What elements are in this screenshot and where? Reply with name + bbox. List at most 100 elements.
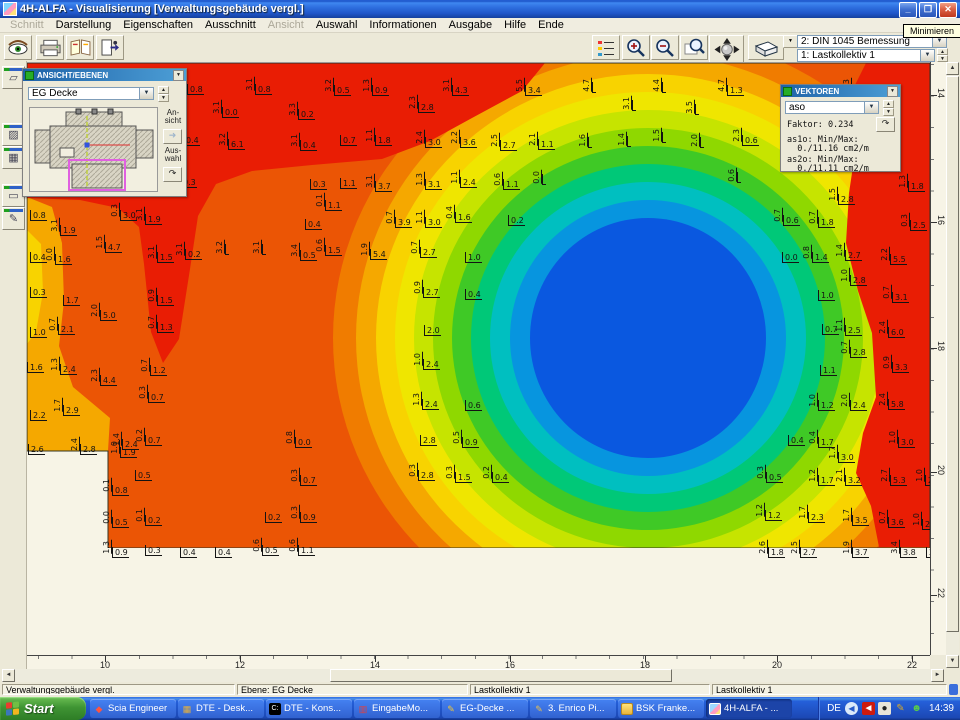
zoom-window-button[interactable] bbox=[680, 35, 708, 60]
vector-annotation: 0.30.7 bbox=[300, 470, 317, 482]
scia-icon: ◆ bbox=[93, 703, 105, 715]
taskbar-task-button[interactable]: BSK Franke... bbox=[618, 699, 704, 718]
horizontal-scroll-thumb[interactable] bbox=[330, 669, 672, 682]
load-case-spinner[interactable]: ▲ ▼ bbox=[937, 48, 948, 62]
vector-annotation: 3.13.7 bbox=[375, 176, 392, 188]
menu-item-schnitt: Schnitt bbox=[4, 19, 50, 31]
vector-annotation: 0.0 bbox=[782, 247, 799, 259]
panel-collapse-icon[interactable]: ▼ bbox=[887, 86, 898, 97]
vector-annotation: 2.43.0 bbox=[425, 132, 442, 144]
view-eye-button[interactable] bbox=[4, 35, 32, 60]
vektoren-panel-title: VEKTOREN bbox=[795, 87, 839, 96]
tray-messenger-icon[interactable]: ☻ bbox=[910, 702, 923, 715]
spinner-up-icon: ▲ bbox=[158, 86, 169, 94]
menu-bar: SchnittDarstellungEigenschaftenAusschnit… bbox=[0, 18, 960, 33]
vector-annotation: 0.0 bbox=[542, 172, 546, 184]
vector-annotation: 1.42.7 bbox=[845, 245, 862, 257]
close-button[interactable]: ✕ bbox=[939, 2, 957, 18]
vector-annotation: 0.20.7 bbox=[145, 430, 162, 442]
plan-thumbnail[interactable] bbox=[29, 107, 158, 192]
exit-button[interactable] bbox=[96, 35, 124, 60]
taskbar-task-button[interactable]: ✎EG-Decke ... bbox=[442, 699, 528, 718]
task-label: DTE - Kons... bbox=[284, 703, 341, 714]
ebene-spinner[interactable]: ▲ ▼ bbox=[158, 86, 169, 102]
scroll-up-icon[interactable]: ▲ bbox=[946, 62, 959, 75]
ansicht-apply-button[interactable]: ➜ bbox=[163, 129, 182, 144]
taskbar-task-button[interactable]: 4H-ALFA - ... bbox=[706, 699, 792, 718]
pan-button[interactable] bbox=[709, 35, 744, 63]
ebene-combobox[interactable]: EG Decke ▼ bbox=[28, 87, 154, 100]
menu-item-ausgabe[interactable]: Ausgabe bbox=[443, 19, 498, 31]
document-pages-button[interactable] bbox=[66, 35, 94, 60]
vector-annotation: 0.3 bbox=[30, 282, 47, 294]
vektoren-panel-titlebar[interactable]: VEKTOREN ▼ bbox=[781, 85, 900, 97]
zoom-in-button[interactable] bbox=[622, 35, 650, 60]
title-bar[interactable]: 4H-ALFA - Visualisierung [Verwaltungsgeb… bbox=[0, 0, 960, 18]
vertical-scrollbar[interactable]: ▲ ▼ bbox=[946, 62, 959, 668]
menu-item-eigenschaften[interactable]: Eigenschaften bbox=[117, 19, 199, 31]
chevron-down-icon[interactable]: ▼ bbox=[139, 88, 153, 99]
scroll-left-icon[interactable]: ◄ bbox=[2, 669, 15, 682]
menu-item-auswahl[interactable]: Auswahl bbox=[310, 19, 364, 31]
status-field: Lastkollektiv 1 bbox=[712, 684, 947, 695]
taskbar-task-button[interactable]: ▦DTE - Desk... bbox=[178, 699, 264, 718]
scroll-down-icon[interactable]: ▼ bbox=[946, 655, 959, 668]
load-case-combobox[interactable]: 1: Lastkollektiv 1 ▼ bbox=[797, 49, 935, 62]
vector-annotation: 0.73.9 bbox=[395, 212, 412, 224]
view-3d-button[interactable] bbox=[748, 35, 784, 60]
panel-collapse-icon[interactable]: ▼ bbox=[173, 70, 184, 81]
vector-annotation: 1.4 bbox=[627, 134, 631, 146]
vector-type-spinner[interactable]: ▲ ▼ bbox=[883, 100, 894, 116]
vector-annotation: 3.1 bbox=[262, 242, 266, 254]
vector-annotation: 1.02.0 bbox=[922, 514, 930, 526]
vector-annotation: 0.6 bbox=[465, 395, 482, 407]
vector-annotation: 1.95.4 bbox=[370, 244, 387, 256]
status-icon bbox=[949, 684, 958, 695]
vertical-ruler: 1416182022 bbox=[930, 62, 946, 655]
auswahl-label: Aus- wahl bbox=[162, 147, 184, 163]
chevron-down-icon[interactable]: ▼ bbox=[864, 102, 878, 113]
menu-item-informationen[interactable]: Informationen bbox=[363, 19, 442, 31]
panel-button-vectors[interactable]: ✎ bbox=[2, 207, 25, 230]
taskbar-task-button[interactable]: ▥EingabeMo... bbox=[354, 699, 440, 718]
tray-red-app-icon[interactable]: ◄ bbox=[862, 702, 875, 715]
taskbar-task-button[interactable]: ◆Scia Engineer bbox=[90, 699, 176, 718]
vector-annotation: 1.0 bbox=[465, 247, 482, 259]
zoom-out-button[interactable] bbox=[651, 35, 679, 60]
tray-brush-icon[interactable]: ✎ bbox=[894, 702, 907, 715]
vector-annotation: 1.5 bbox=[662, 130, 666, 142]
start-button[interactable]: Start bbox=[0, 697, 86, 720]
language-indicator[interactable]: DE bbox=[827, 703, 841, 714]
vector-refresh-button[interactable]: ↷ bbox=[876, 117, 895, 132]
chevron-down-icon[interactable]: ▼ bbox=[920, 50, 934, 61]
menu-item-hilfe[interactable]: Hilfe bbox=[498, 19, 532, 31]
task-label: BSK Franke... bbox=[636, 703, 695, 714]
ansicht-panel-titlebar[interactable]: ANSICHT/EBENEN ▼ bbox=[23, 69, 186, 81]
menu-item-ende[interactable]: Ende bbox=[532, 19, 570, 31]
taskbar-task-button[interactable]: C:DTE - Kons... bbox=[266, 699, 352, 718]
vector-annotation: 3.43.8 bbox=[900, 542, 917, 554]
vertical-scroll-thumb[interactable] bbox=[946, 76, 959, 632]
vector-annotation: 0.10.8 bbox=[112, 480, 129, 492]
auswahl-refresh-button[interactable]: ↷ bbox=[163, 167, 182, 182]
taskbar-task-button[interactable]: ✎3. Enrico Pi... bbox=[530, 699, 616, 718]
horizontal-scrollbar[interactable]: ◄ ► bbox=[2, 669, 944, 682]
menu-item-ausschnitt[interactable]: Ausschnitt bbox=[199, 19, 262, 31]
vector-annotation: 0.5 bbox=[135, 465, 152, 477]
minimize-button[interactable]: _ bbox=[899, 2, 917, 18]
scroll-right-icon[interactable]: ► bbox=[931, 669, 944, 682]
load-case-value: 1: Lastkollektiv 1 bbox=[801, 50, 875, 61]
tray-chevron-icon[interactable]: ◀ bbox=[845, 702, 858, 715]
vector-annotation: 1.0 bbox=[818, 285, 835, 297]
menu-item-darstellung[interactable]: Darstellung bbox=[50, 19, 118, 31]
brush-icon: ✎ bbox=[533, 703, 545, 715]
vector-annotation: 0.2 bbox=[265, 507, 282, 519]
view-3d-dropdown[interactable]: ▼ bbox=[783, 35, 798, 48]
restore-button[interactable]: ❐ bbox=[919, 2, 937, 18]
print-button[interactable] bbox=[36, 35, 64, 60]
tray-disc-icon[interactable]: ● bbox=[878, 702, 891, 715]
vector-type-combobox[interactable]: aso ▼ bbox=[785, 101, 879, 114]
taskbar: Start ◆Scia Engineer▦DTE - Desk...C:DTE … bbox=[0, 697, 960, 720]
legend-settings-button[interactable] bbox=[592, 35, 620, 60]
task-label: Scia Engineer bbox=[108, 703, 167, 714]
